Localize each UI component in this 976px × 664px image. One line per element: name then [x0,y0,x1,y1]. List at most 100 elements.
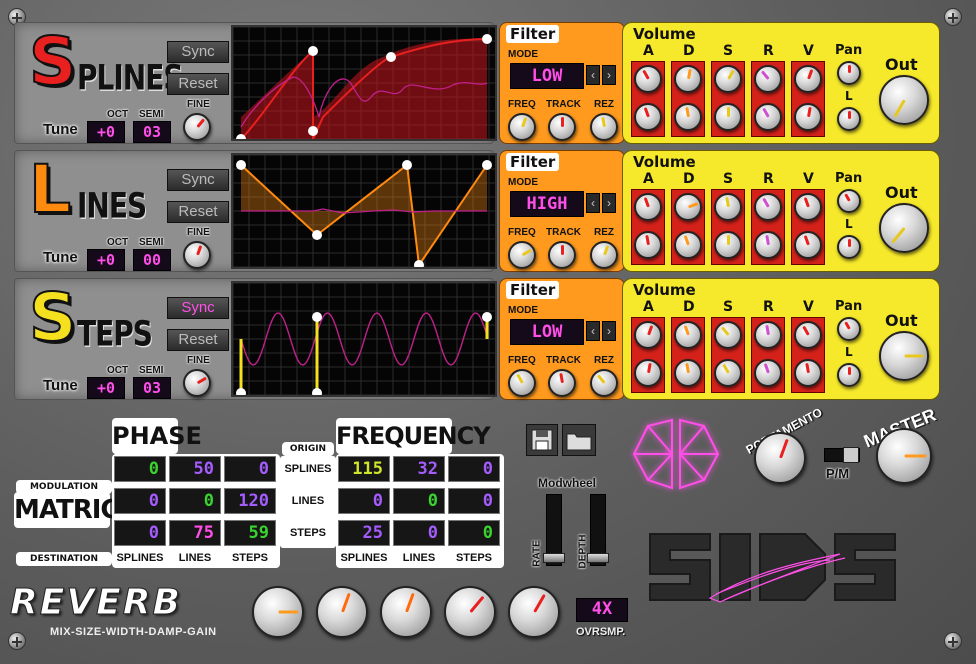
pm-switch[interactable] [824,447,860,463]
envelope-r-knob[interactable] [754,321,782,349]
sync-button[interactable]: Sync [167,41,229,63]
phase-matrix-cell[interactable]: 59 [224,520,276,546]
filter-rez-knob[interactable] [590,113,618,141]
envelope-a-knob[interactable] [634,321,662,349]
reverb-width-knob[interactable] [380,586,432,638]
portamento-knob[interactable] [754,432,806,484]
waveform-display[interactable] [231,153,497,270]
filter-track-knob[interactable] [548,369,576,397]
envelope-r-mod-knob[interactable] [754,103,782,131]
waveform-display[interactable] [231,281,497,398]
output-knob[interactable] [879,203,929,253]
phase-matrix-cell[interactable]: 75 [169,520,221,546]
envelope-s-knob[interactable] [714,193,742,221]
envelope-a-knob[interactable] [634,193,662,221]
mode-prev-button[interactable]: ‹ [586,65,600,85]
envelope-v-mod-knob[interactable] [794,103,822,131]
oversample-display[interactable]: 4X [576,598,628,622]
pan-mod-knob[interactable] [837,107,861,131]
frequency-matrix-cell[interactable]: 32 [393,456,445,482]
envelope-s-knob[interactable] [714,65,742,93]
rate-slider[interactable] [543,494,565,566]
open-button[interactable] [562,424,596,456]
reverb-damp-knob[interactable] [444,586,496,638]
frequency-matrix-cell[interactable]: 0 [448,520,500,546]
mode-next-button[interactable]: › [602,193,616,213]
filter-freq-knob[interactable] [508,369,536,397]
frequency-matrix-cell[interactable]: 115 [338,456,390,482]
envelope-a-knob[interactable] [634,65,662,93]
oct-display[interactable]: +0 [87,121,125,143]
save-button[interactable] [526,424,558,456]
semi-display[interactable]: 03 [133,377,171,399]
envelope-d-knob[interactable] [674,193,702,221]
envelope-s-mod-knob[interactable] [714,359,742,387]
envelope-d-mod-knob[interactable] [674,103,702,131]
envelope-d-knob[interactable] [674,321,702,349]
reset-button[interactable]: Reset [167,329,229,351]
phase-matrix-cell[interactable]: 0 [114,520,166,546]
pan-knob[interactable] [837,61,861,85]
filter-track-knob[interactable] [548,113,576,141]
frequency-matrix-cell[interactable]: 0 [448,488,500,514]
fine-tune-knob[interactable] [183,241,211,269]
waveform-display[interactable] [231,25,497,144]
filter-mode-display[interactable]: LOW [510,319,584,345]
envelope-s-knob[interactable] [714,321,742,349]
filter-freq-knob[interactable] [508,113,536,141]
frequency-matrix-cell[interactable]: 0 [448,456,500,482]
envelope-v-mod-knob[interactable] [794,231,822,259]
output-knob[interactable] [879,331,929,381]
phase-matrix-cell[interactable]: 120 [224,488,276,514]
phase-matrix-cell[interactable]: 50 [169,456,221,482]
filter-rez-knob[interactable] [590,369,618,397]
depth-slider[interactable] [587,494,609,566]
reverb-gain-knob[interactable] [508,586,560,638]
envelope-a-mod-knob[interactable] [634,231,662,259]
master-knob[interactable] [876,428,932,484]
envelope-v-knob[interactable] [794,193,822,221]
envelope-v-knob[interactable] [794,321,822,349]
envelope-s-mod-knob[interactable] [714,103,742,131]
filter-mode-display[interactable]: HIGH [510,191,584,217]
pan-mod-knob[interactable] [837,363,861,387]
oct-display[interactable]: +0 [87,249,125,271]
phase-matrix-cell[interactable]: 0 [114,488,166,514]
envelope-v-knob[interactable] [794,65,822,93]
mode-next-button[interactable]: › [602,65,616,85]
frequency-matrix-cell[interactable]: 0 [338,488,390,514]
reset-button[interactable]: Reset [167,73,229,95]
reverb-size-knob[interactable] [316,586,368,638]
mode-prev-button[interactable]: ‹ [586,193,600,213]
envelope-a-mod-knob[interactable] [634,359,662,387]
envelope-r-knob[interactable] [754,65,782,93]
envelope-r-mod-knob[interactable] [754,359,782,387]
fine-tune-knob[interactable] [183,113,211,141]
phase-matrix-cell[interactable]: 0 [114,456,166,482]
filter-track-knob[interactable] [548,241,576,269]
frequency-matrix-cell[interactable]: 0 [393,488,445,514]
frequency-matrix-cell[interactable]: 0 [393,520,445,546]
fine-tune-knob[interactable] [183,369,211,397]
semi-display[interactable]: 03 [133,121,171,143]
sync-button[interactable]: Sync [167,297,229,319]
sync-button[interactable]: Sync [167,169,229,191]
pan-knob[interactable] [837,317,861,341]
envelope-d-knob[interactable] [674,65,702,93]
mode-prev-button[interactable]: ‹ [586,321,600,341]
envelope-r-knob[interactable] [754,193,782,221]
envelope-d-mod-knob[interactable] [674,231,702,259]
envelope-v-mod-knob[interactable] [794,359,822,387]
filter-freq-knob[interactable] [508,241,536,269]
filter-rez-knob[interactable] [590,241,618,269]
pan-knob[interactable] [837,189,861,213]
envelope-a-mod-knob[interactable] [634,103,662,131]
phase-matrix-cell[interactable]: 0 [224,456,276,482]
output-knob[interactable] [879,75,929,125]
reverb-mix-knob[interactable] [252,586,304,638]
mode-next-button[interactable]: › [602,321,616,341]
oct-display[interactable]: +0 [87,377,125,399]
filter-mode-display[interactable]: LOW [510,63,584,89]
phase-matrix-cell[interactable]: 0 [169,488,221,514]
envelope-r-mod-knob[interactable] [754,231,782,259]
